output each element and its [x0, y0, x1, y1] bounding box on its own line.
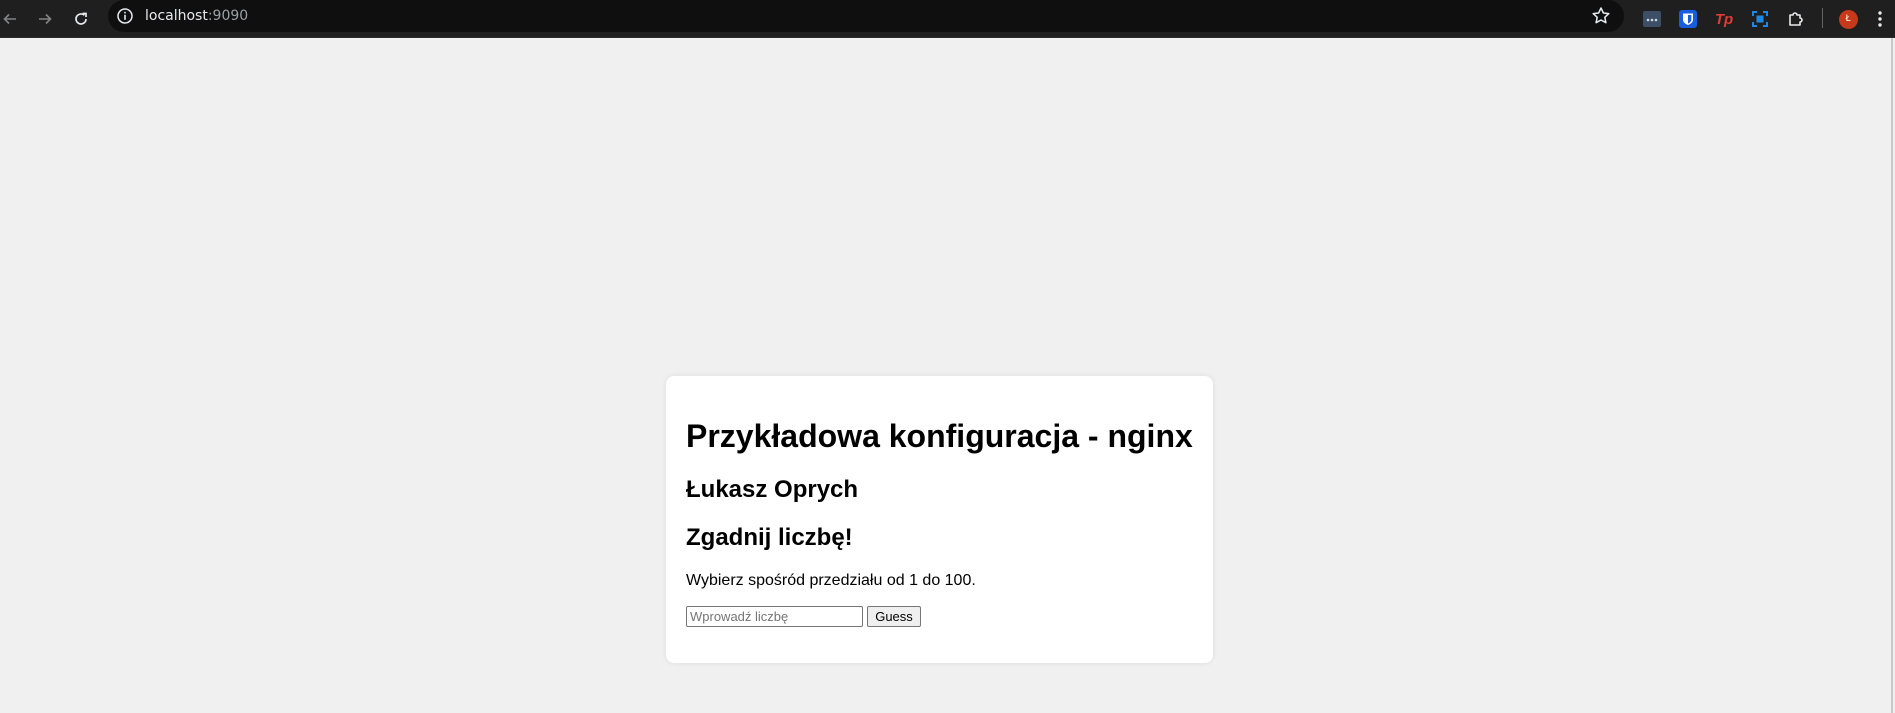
tp-extension-button[interactable]: Tp [1710, 5, 1738, 33]
guess-button[interactable]: Guess [867, 606, 921, 627]
screenshot-extension-button[interactable] [1746, 5, 1774, 33]
bitwarden-button[interactable] [1674, 5, 1702, 33]
reload-icon [75, 12, 87, 25]
arrow-right-icon [39, 13, 52, 25]
screenshot-extension-icon [1752, 11, 1768, 27]
puzzle-extensions-icon [1789, 12, 1803, 26]
url-port: :9090 [207, 8, 249, 24]
dots-extension-icon [1643, 11, 1661, 27]
browser-toolbar: localhost:9090 Tp Ł [0, 0, 1895, 38]
game-heading: Zgadnij liczbę! [686, 524, 853, 551]
bitwarden-shield-icon [1679, 10, 1697, 28]
info-icon[interactable] [116, 7, 134, 25]
url-host: localhost [145, 8, 208, 24]
extensions-button[interactable] [1782, 5, 1810, 33]
arrow-left-icon [3, 13, 16, 25]
address-bar[interactable]: localhost:9090 [108, 0, 1624, 32]
avatar: Ł [1838, 9, 1858, 29]
page-edge-scrollbar[interactable] [1891, 38, 1893, 713]
kebab-menu-icon [1878, 11, 1882, 27]
reload-button[interactable] [66, 4, 96, 34]
url-text[interactable]: localhost:9090 [145, 8, 248, 24]
browser-menu-button[interactable] [1866, 5, 1894, 33]
tp-extension-icon: Tp [1714, 10, 1734, 28]
page-title: Przykładowa konfiguracja - nginx [686, 418, 1193, 454]
star-icon[interactable] [1590, 5, 1612, 27]
dots-extension-button[interactable] [1638, 5, 1666, 33]
profile-initial: Ł [1845, 14, 1851, 24]
content-card: Przykładowa konfiguracja - nginx Łukasz … [666, 376, 1213, 663]
forward-button[interactable] [30, 4, 60, 34]
profile-button[interactable]: Ł [1834, 5, 1862, 33]
game-description: Wybierz spośród przedziału od 1 do 100. [686, 572, 976, 589]
author-heading: Łukasz Oprych [686, 476, 859, 503]
toolbar-separator [1822, 8, 1823, 28]
guess-number-input[interactable] [686, 606, 863, 627]
back-button[interactable] [0, 4, 25, 34]
